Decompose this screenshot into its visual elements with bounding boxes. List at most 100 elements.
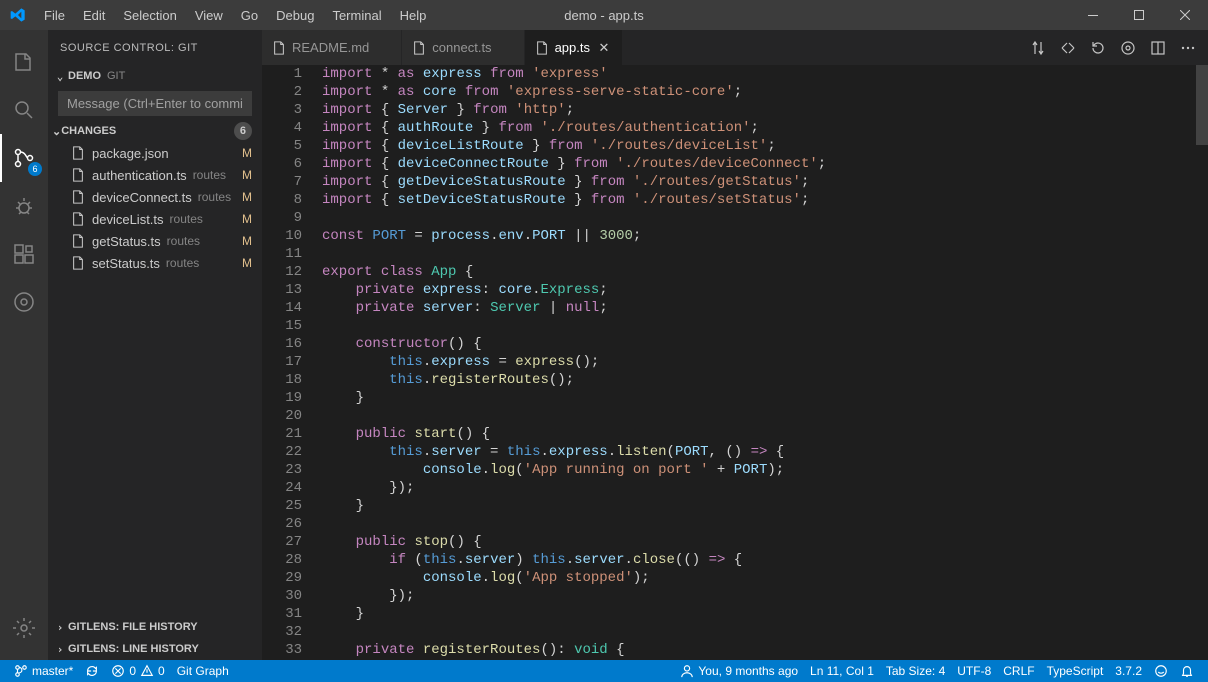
repo-section-header[interactable]: ⌄ DEMO GIT [48, 65, 262, 87]
line-number-gutter: 1234567891011121314151617181920212223242… [262, 65, 322, 660]
branch-status[interactable]: master* [8, 660, 79, 682]
menu-item-view[interactable]: View [187, 4, 231, 27]
activity-bar: 6 [0, 30, 48, 660]
blame-status[interactable]: You, 9 months ago [674, 660, 804, 682]
discard-changes-icon[interactable] [1090, 40, 1106, 56]
repo-name: DEMO [68, 70, 101, 82]
chevron-down-icon: ⌄ [52, 70, 68, 83]
file-icon [70, 233, 86, 249]
file-path: routes [167, 234, 200, 248]
explorer-icon[interactable] [0, 38, 48, 86]
changes-count-badge: 6 [234, 122, 252, 140]
file-icon [70, 167, 86, 183]
file-name: package.json [92, 146, 169, 161]
file-status-badge: M [242, 256, 252, 270]
minimize-button[interactable] [1070, 0, 1116, 30]
changed-file-row[interactable]: setStatus.ts routes M [48, 252, 262, 274]
changed-file-row[interactable]: package.jsonM [48, 142, 262, 164]
editor-area: README.md✕connect.ts✕ app.ts ✕ 12345678910… [262, 30, 1208, 660]
search-icon[interactable] [0, 86, 48, 134]
editor-tab[interactable]: app.ts ✕ [525, 30, 623, 65]
menu-item-terminal[interactable]: Terminal [324, 4, 389, 27]
code-editor[interactable]: 1234567891011121314151617181920212223242… [262, 65, 1208, 660]
scm-badge: 6 [28, 162, 42, 176]
changed-file-row[interactable]: getStatus.ts routes M [48, 230, 262, 252]
file-status-badge: M [242, 212, 252, 226]
indentation-status[interactable]: Tab Size: 4 [880, 660, 951, 682]
tab-label: app.ts [555, 40, 590, 55]
tab-label: connect.ts [432, 40, 491, 55]
file-icon [70, 145, 86, 161]
gitlens-file-history-section[interactable]: ›GITLENS: FILE HISTORY [48, 616, 262, 638]
menu-item-file[interactable]: File [36, 4, 73, 27]
commit-message-container [58, 91, 252, 116]
maximize-button[interactable] [1116, 0, 1162, 30]
file-icon [70, 211, 86, 227]
code-content[interactable]: import * as express from 'express'import… [322, 65, 1208, 660]
changed-file-row[interactable]: authentication.tsroutesM [48, 164, 262, 186]
source-control-sidebar: SOURCE CONTROL: GIT ⌄ DEMO GIT ⌄ CHANGES… [48, 30, 262, 660]
vertical-scrollbar[interactable] [1196, 65, 1208, 660]
encoding-status[interactable]: UTF-8 [951, 660, 997, 682]
file-name: getStatus.ts [92, 234, 161, 249]
file-status-badge: M [242, 190, 252, 204]
changed-files-list: package.jsonMauthentication.tsroutesMdev… [48, 142, 262, 274]
typescript-version-status[interactable]: 3.7.2 [1109, 660, 1148, 682]
notifications-icon[interactable] [1174, 660, 1200, 682]
git-graph-status[interactable]: Git Graph [171, 660, 235, 682]
changed-file-row[interactable]: deviceList.ts routes M [48, 208, 262, 230]
cursor-position-status[interactable]: Ln 11, Col 1 [804, 660, 880, 682]
close-button[interactable] [1162, 0, 1208, 30]
file-icon [70, 255, 86, 271]
compare-changes-icon[interactable] [1030, 40, 1046, 56]
debug-icon[interactable] [0, 182, 48, 230]
file-name: setStatus.ts [92, 256, 160, 271]
editor-toolbar [1018, 30, 1208, 65]
title-bar: FileEditSelectionViewGoDebugTerminalHelp… [0, 0, 1208, 30]
tab-label: README.md [292, 40, 369, 55]
split-editor-icon[interactable] [1150, 40, 1166, 56]
changes-section-header[interactable]: ⌄ CHANGES 6 [48, 120, 262, 142]
menu-item-debug[interactable]: Debug [268, 4, 322, 27]
commit-message-input[interactable] [58, 91, 252, 116]
file-path: routes [166, 256, 199, 270]
menu-item-help[interactable]: Help [392, 4, 435, 27]
chevron-right-icon: › [52, 643, 68, 656]
scrollbar-thumb[interactable] [1196, 65, 1208, 145]
file-name: deviceConnect.ts [92, 190, 192, 205]
changed-file-row[interactable]: deviceConnect.tsroutesM [48, 186, 262, 208]
gitlens-line-history-section[interactable]: ›GITLENS: LINE HISTORY [48, 638, 262, 660]
menu-item-selection[interactable]: Selection [115, 4, 184, 27]
file-status-badge: M [242, 234, 252, 248]
chevron-down-icon: ⌄ [52, 125, 61, 138]
editor-tabs: README.md✕connect.ts✕ app.ts ✕ [262, 30, 1208, 65]
repo-provider: GIT [107, 70, 125, 82]
vscode-logo-icon [10, 7, 26, 23]
file-icon [412, 41, 426, 55]
eol-status[interactable]: CRLF [997, 660, 1040, 682]
open-changes-icon[interactable] [1060, 40, 1076, 56]
file-path: routes [170, 212, 203, 226]
close-tab-icon[interactable]: ✕ [596, 40, 612, 56]
sync-status[interactable] [79, 660, 105, 682]
window-title: demo - app.ts [564, 8, 644, 23]
editor-tab[interactable]: README.md✕ [262, 30, 402, 65]
file-icon [272, 41, 286, 55]
problems-status[interactable]: 0 0 [105, 660, 170, 682]
toggle-file-blame-icon[interactable] [1120, 40, 1136, 56]
file-icon [70, 189, 86, 205]
menu-item-edit[interactable]: Edit [75, 4, 113, 27]
extensions-icon[interactable] [0, 230, 48, 278]
menu-item-go[interactable]: Go [233, 4, 266, 27]
settings-gear-icon[interactable] [0, 604, 48, 652]
file-name: deviceList.ts [92, 212, 164, 227]
more-actions-icon[interactable] [1180, 40, 1196, 56]
gitlens-icon[interactable] [0, 278, 48, 326]
language-mode-status[interactable]: TypeScript [1041, 660, 1110, 682]
status-bar: master* 0 0 Git Graph You, 9 months ago … [0, 660, 1208, 682]
feedback-icon[interactable] [1148, 660, 1174, 682]
menu-bar: FileEditSelectionViewGoDebugTerminalHelp [36, 4, 434, 27]
editor-tab[interactable]: connect.ts✕ [402, 30, 524, 65]
source-control-icon[interactable]: 6 [0, 134, 48, 182]
window-controls [1070, 0, 1208, 30]
